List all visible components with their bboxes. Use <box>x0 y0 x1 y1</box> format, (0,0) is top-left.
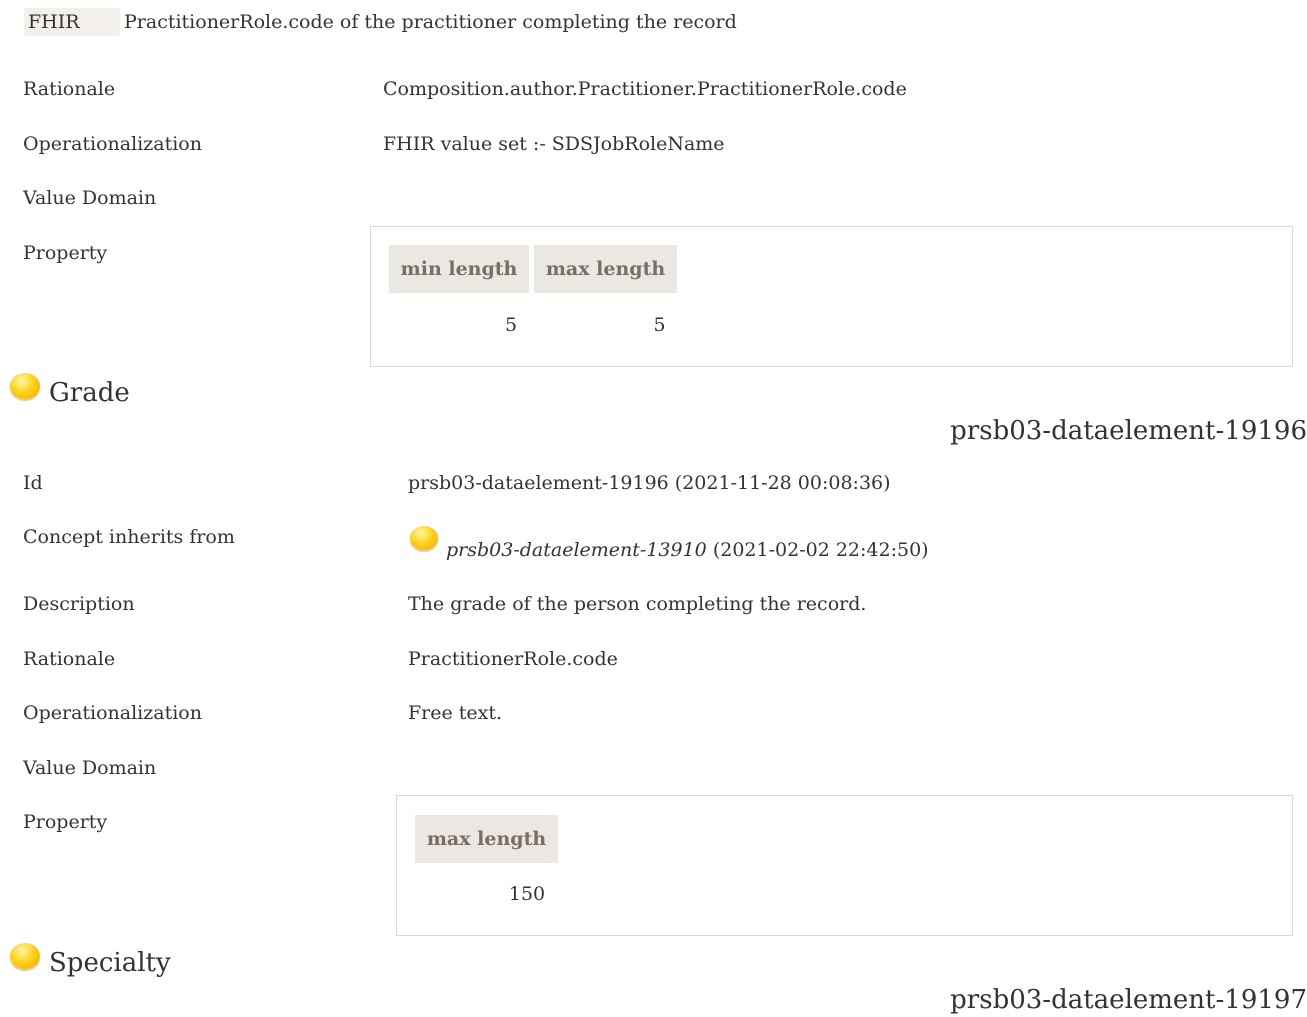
operationalization-label: Operationalization <box>23 133 202 155</box>
id-label: Id <box>23 472 43 494</box>
section-title-grade: Grade <box>49 378 130 408</box>
rationale-label: Rationale <box>23 648 116 670</box>
rationale-value: Composition.author.Practitioner.Practiti… <box>383 78 907 100</box>
value-domain-label: Value Domain <box>23 757 157 779</box>
operationalization-value: Free text. <box>408 702 503 724</box>
section-title-specialty: Specialty <box>49 948 171 978</box>
inherits-date: (2021-02-02 22:42:50) <box>712 539 929 561</box>
inherits-link[interactable]: prsb03-dataelement-13910 <box>446 539 707 561</box>
operationalization-label: Operationalization <box>23 702 202 724</box>
table-header-min-length: min length <box>389 245 529 293</box>
table-header-max-length: max length <box>534 245 677 293</box>
description-value: The grade of the person completing the r… <box>408 593 867 615</box>
value-domain-label: Value Domain <box>23 187 157 209</box>
inherits-row: prsb03-dataelement-13910 (2021-02-02 22:… <box>446 536 929 564</box>
description-label: Description <box>23 593 135 615</box>
concept-bullet-icon <box>10 373 40 399</box>
rationale-value: PractitionerRole.code <box>408 648 618 670</box>
property-table: max length 150 <box>396 795 1293 936</box>
property-label: Property <box>23 242 108 264</box>
table-cell-max-length: 5 <box>653 314 666 336</box>
table-cell-max-length: 150 <box>508 883 546 905</box>
fhir-tag: FHIR <box>24 8 120 36</box>
inherits-label: Concept inherits from <box>23 526 235 548</box>
section-element-id: prsb03-dataelement-19196 <box>950 416 1307 446</box>
id-value: prsb03-dataelement-19196 (2021-11-28 00:… <box>408 472 891 494</box>
table-header-max-length: max length <box>415 815 558 863</box>
concept-bullet-icon <box>10 943 40 969</box>
property-label: Property <box>23 811 108 833</box>
rationale-label: Rationale <box>23 78 116 100</box>
operationalization-value: FHIR value set :- SDSJobRoleName <box>383 133 725 155</box>
fhir-mapping-text: PractitionerRole.code of the practitione… <box>124 11 737 33</box>
table-cell-min-length: 5 <box>504 314 518 336</box>
concept-bullet-icon <box>410 526 438 550</box>
property-table: min length max length 5 5 <box>370 226 1293 367</box>
